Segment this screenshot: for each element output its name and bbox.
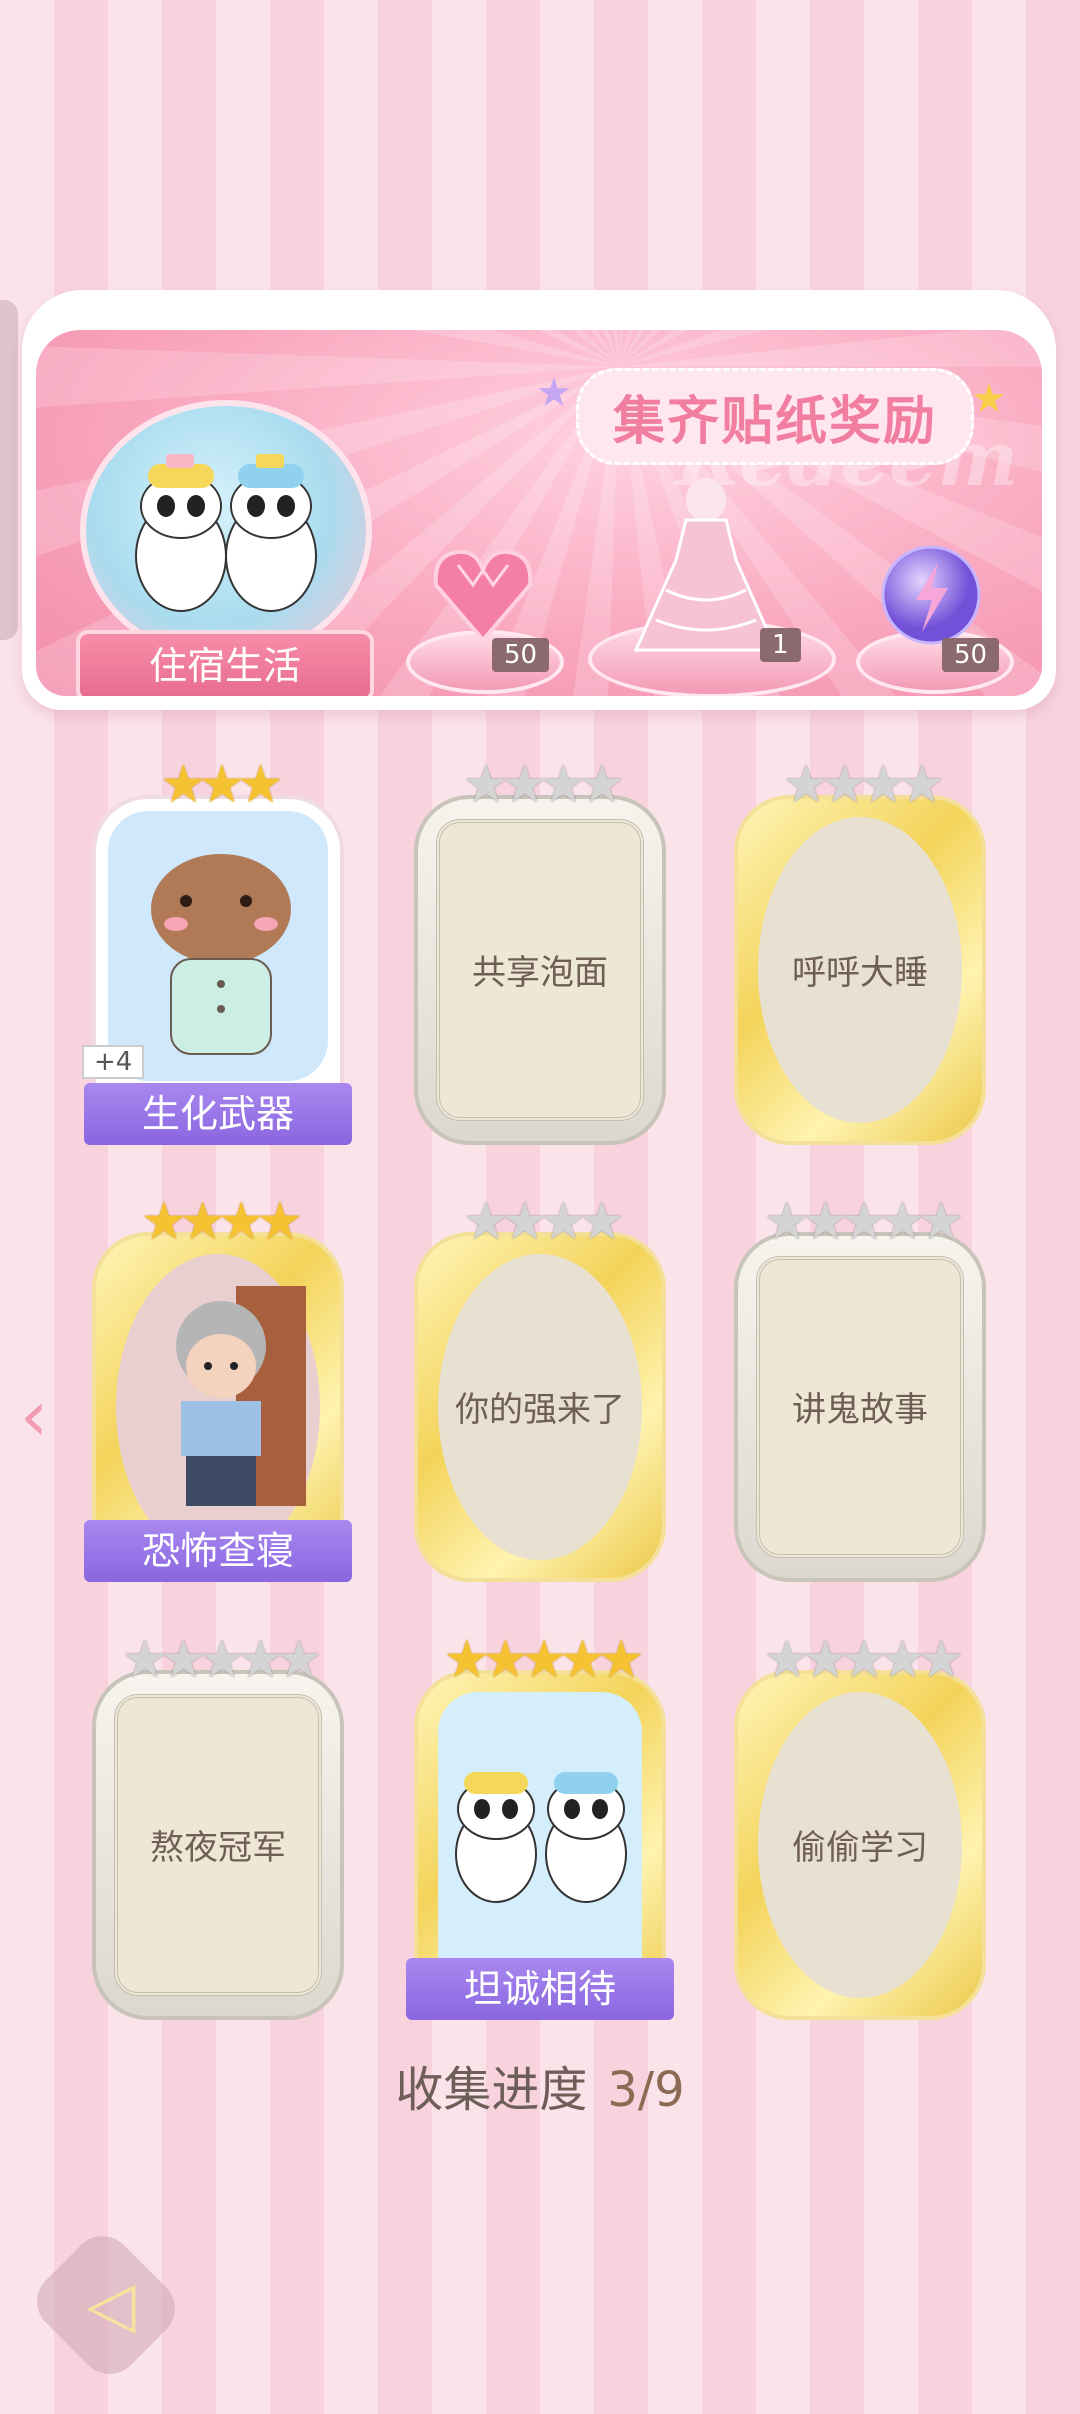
sticker-card-locked[interactable]: ★★★★ 呼呼大睡 <box>734 755 986 1145</box>
side-drawer-handle[interactable] <box>0 300 18 640</box>
reward-count-badge: 50 <box>942 638 1000 672</box>
card-name-ribbon: 恐怖查寝 <box>84 1520 352 1582</box>
card-name-ribbon: 生化武器 <box>84 1083 352 1145</box>
collection-name-label: 住宿生活 <box>76 630 374 696</box>
collection-progress: 收集进度 3/9 <box>0 2050 1080 2120</box>
sticker-card-honest-together[interactable]: ★★★★★ 坦诚相待 <box>406 1630 674 2020</box>
banner-title: 集齐贴纸奖励 <box>576 368 975 465</box>
sticker-card-locked[interactable]: ★★★★★ 偷偷学习 <box>734 1630 986 2020</box>
progress-value: 3/9 <box>607 2062 685 2118</box>
card-name: 讲鬼故事 <box>792 1390 928 1430</box>
card-star-rating: ★★★★★ <box>443 1630 644 1690</box>
sticker-reward-banner: Redeem ★ ★ 集齐贴纸奖励 <box>22 290 1056 710</box>
card-name: 偷偷学习 <box>792 1828 928 1868</box>
card-star-rating: ★★★★ <box>462 1192 625 1252</box>
sticker-card-locked[interactable]: ★★★★ 你的强来了 <box>414 1192 666 1582</box>
duplicate-count-badge: +4 <box>82 1045 145 1079</box>
capybara-sticker-image <box>151 854 291 1055</box>
pink-diamond-icon[interactable] <box>428 540 538 650</box>
collection-cover-image <box>80 400 372 662</box>
reward-count-badge: 50 <box>492 638 550 672</box>
card-name-ribbon: 坦诚相待 <box>406 1958 674 2020</box>
card-name: 熬夜冠军 <box>150 1828 286 1868</box>
sticker-card-locked[interactable]: ★★★★ 共享泡面 <box>414 755 666 1145</box>
dorm-manager-sticker-image <box>176 1286 306 1506</box>
reward-count-badge: 1 <box>760 628 801 662</box>
sticker-card-biochemical-weapon[interactable]: ★★★ +4 生化武器 <box>82 755 352 1145</box>
card-star-rating: ★★★ <box>160 755 284 815</box>
card-name: 共享泡面 <box>472 953 608 993</box>
card-star-rating: ★★★★ <box>782 755 945 815</box>
sticker-card-locked[interactable]: ★★★★★ 熬夜冠军 <box>92 1630 344 2020</box>
card-star-rating: ★★★★★ <box>121 1630 322 1690</box>
card-name: 你的强来了 <box>455 1390 625 1430</box>
card-star-rating: ★★★★★ <box>763 1630 964 1690</box>
star-decoration-icon: ★ <box>536 370 572 416</box>
back-arrow-icon: ◁ <box>86 2268 136 2342</box>
energy-orb-icon[interactable] <box>876 540 986 650</box>
panda-bath-sticker-image <box>455 1772 627 1903</box>
card-star-rating: ★★★★★ <box>763 1192 964 1252</box>
card-star-rating: ★★★★ <box>140 1192 303 1252</box>
sticker-card-locked[interactable]: ★★★★★ 讲鬼故事 <box>734 1192 986 1582</box>
card-star-rating: ★★★★ <box>462 755 625 815</box>
card-name: 呼呼大睡 <box>792 953 928 993</box>
sticker-card-dorm-inspection[interactable]: ★★★★ 恐怖查寝 <box>84 1192 352 1582</box>
star-decoration-icon: ★ <box>971 376 1007 422</box>
progress-label: 收集进度 <box>395 2062 588 2118</box>
previous-page-arrow-icon[interactable]: ‹ <box>20 1375 48 1457</box>
